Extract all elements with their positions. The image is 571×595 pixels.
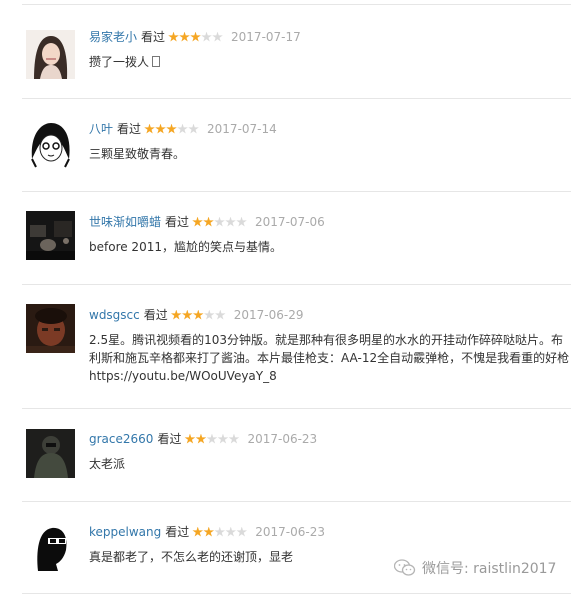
comment-meta: wdsgscc 看过 2017-06-29 <box>89 307 571 323</box>
watched-label: 看过 <box>165 215 190 229</box>
watermark: 微信号: raistlin2017 <box>394 558 556 578</box>
star-icon <box>179 31 190 42</box>
avatar[interactable] <box>26 522 75 571</box>
avatar[interactable] <box>26 30 75 79</box>
missing-glyph-icon <box>152 56 161 67</box>
star-icon <box>214 526 226 537</box>
comment-text: 太老派 <box>89 455 571 473</box>
comment-line: 三颗星致敬青春。 <box>89 147 186 161</box>
divider <box>22 4 571 5</box>
divider <box>22 191 571 192</box>
star-icon <box>184 433 196 444</box>
comment-line: 2.5星。腾讯视频看的103分钟版。就是那种有很多明星的水水的开挂动作碎碎哒哒片… <box>89 333 563 347</box>
star-icon <box>195 433 207 444</box>
watched-label: 看过 <box>165 525 190 539</box>
avatar-image <box>26 30 75 79</box>
divider <box>22 501 571 502</box>
avatar-image <box>26 304 75 353</box>
comment-meta: grace2660 看过 2017-06-23 <box>89 431 571 447</box>
divider <box>22 593 571 594</box>
watched-label: 看过 <box>157 432 182 446</box>
divider <box>22 408 571 409</box>
avatar[interactable] <box>26 304 75 353</box>
username-link[interactable]: keppelwang <box>89 524 161 540</box>
username-link[interactable]: 易家老小 <box>89 29 137 45</box>
comment-meta: 易家老小 看过 2017-07-17 <box>89 29 571 45</box>
avatar-image <box>26 429 75 478</box>
rating-stars <box>184 433 240 445</box>
star-icon <box>228 433 240 444</box>
comment-line: before 2011，尴尬的笑点与基情。 <box>89 240 282 254</box>
avatar[interactable] <box>26 429 75 478</box>
star-icon <box>177 123 188 134</box>
username-link[interactable]: wdsgscc <box>89 307 140 323</box>
wechat-icon <box>394 559 416 576</box>
star-icon <box>225 526 237 537</box>
rating-stars <box>144 123 199 135</box>
star-icon <box>203 216 214 227</box>
comment-meta: 八叶 看过 2017-07-14 <box>89 121 571 137</box>
divider <box>22 284 571 285</box>
comment-date: 2017-07-14 <box>207 122 277 136</box>
star-icon <box>212 31 223 42</box>
star-icon <box>225 216 236 227</box>
star-icon <box>190 31 201 42</box>
star-icon <box>214 216 225 227</box>
comment-date: 2017-06-23 <box>255 525 326 539</box>
star-icon <box>214 309 226 320</box>
star-icon <box>155 123 166 134</box>
star-icon <box>206 433 218 444</box>
star-icon <box>170 309 182 320</box>
avatar-image <box>26 119 75 168</box>
star-icon <box>203 309 215 320</box>
comment-text: 2.5星。腾讯视频看的103分钟版。就是那种有很多明星的水水的开挂动作碎碎哒哒片… <box>89 331 571 385</box>
avatar[interactable] <box>26 119 75 168</box>
avatar[interactable] <box>26 211 75 260</box>
rating-stars <box>192 526 248 538</box>
avatar-image <box>26 211 75 260</box>
star-icon <box>144 123 155 134</box>
star-icon <box>188 123 199 134</box>
username-link[interactable]: 八叶 <box>89 121 113 137</box>
avatar-image <box>26 522 75 571</box>
watched-label: 看过 <box>141 30 166 44</box>
comment-text: 攒了一拨人 <box>89 53 571 71</box>
star-icon <box>166 123 177 134</box>
star-icon <box>192 309 204 320</box>
star-icon <box>192 526 204 537</box>
divider <box>22 98 571 99</box>
star-icon <box>181 309 193 320</box>
star-icon <box>217 433 229 444</box>
star-icon <box>201 31 212 42</box>
rating-stars <box>168 31 223 43</box>
comment-date: 2017-07-06 <box>255 215 325 229</box>
watched-label: 看过 <box>117 122 142 136</box>
comment-text: 三颗星致敬青春。 <box>89 145 571 163</box>
username-link[interactable]: 世味渐如嚼蜡 <box>89 214 161 230</box>
comment-line: https://youtu.be/WOoUVeyaY_8 <box>89 369 277 383</box>
comment-date: 2017-06-29 <box>233 308 304 322</box>
comment-line: 攒了一拨人 <box>89 55 150 69</box>
star-icon <box>236 526 248 537</box>
rating-stars <box>170 309 226 321</box>
rating-stars <box>192 216 247 228</box>
comment-date: 2017-07-17 <box>231 30 301 44</box>
comment-meta: keppelwang 看过 2017-06-23 <box>89 524 571 540</box>
comment-line: 利斯和施瓦辛格都来打了酱油。本片最佳枪支：AA-12全自动霰弹枪，不愧是我看重的… <box>89 351 570 365</box>
comment-date: 2017-06-23 <box>247 432 318 446</box>
comment-text: before 2011，尴尬的笑点与基情。 <box>89 238 571 256</box>
username-link[interactable]: grace2660 <box>89 431 153 447</box>
star-icon <box>168 31 179 42</box>
watched-label: 看过 <box>143 308 168 322</box>
star-icon <box>236 216 247 227</box>
comment-meta: 世味渐如嚼蜡 看过 2017-07-06 <box>89 214 571 230</box>
star-icon <box>203 526 215 537</box>
star-icon <box>192 216 203 227</box>
comment-line: 太老派 <box>89 457 126 471</box>
watermark-text: 微信号: raistlin2017 <box>422 561 557 577</box>
